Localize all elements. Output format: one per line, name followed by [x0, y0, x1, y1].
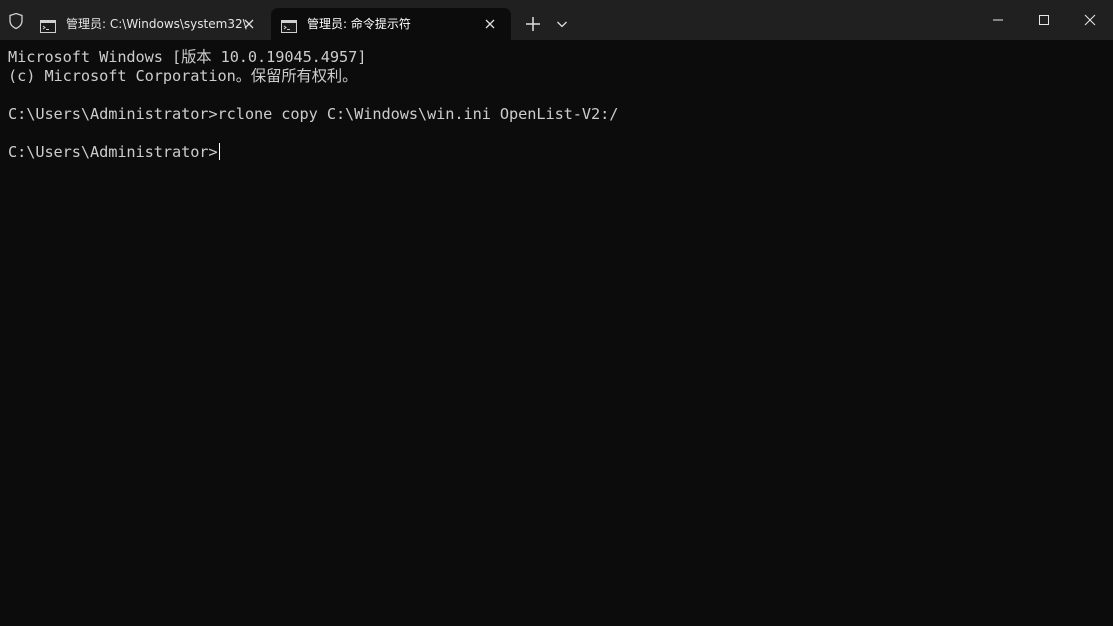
shield-icon — [6, 12, 26, 30]
chevron-down-icon[interactable] — [552, 15, 572, 33]
minimize-icon — [992, 11, 1004, 30]
tab-title: 管理员: C:\Windows\system32\ — [66, 17, 247, 31]
minimize-button[interactable] — [975, 0, 1021, 40]
cmd-icon — [40, 18, 56, 33]
prompt-line[interactable]: C:\Users\Administrator> — [8, 143, 1113, 162]
terminal-line: (c) Microsoft Corporation。保留所有权利。 — [8, 67, 358, 85]
terminal-output[interactable]: Microsoft Windows [版本 10.0.19045.4957] (… — [0, 40, 1113, 626]
title-bar: 管理员: C:\Windows\system32\ 管理员: 命令提示符 — [0, 0, 1113, 40]
tab-cmd[interactable]: 管理员: 命令提示符 — [271, 8, 511, 40]
maximize-button[interactable] — [1021, 0, 1067, 40]
tab-title: 管理员: 命令提示符 — [307, 17, 411, 31]
close-icon — [1084, 11, 1096, 30]
text-cursor — [218, 143, 220, 160]
close-icon[interactable] — [481, 15, 499, 33]
terminal-line: C:\Users\Administrator>rclone copy C:\Wi… — [8, 105, 619, 123]
close-icon[interactable] — [240, 15, 258, 33]
maximize-icon — [1038, 11, 1050, 30]
cmd-icon — [281, 18, 297, 33]
prompt-text: C:\Users\Administrator> — [8, 143, 218, 161]
close-window-button[interactable] — [1067, 0, 1113, 40]
tab-system32[interactable]: 管理员: C:\Windows\system32\ — [30, 8, 266, 40]
terminal-line: Microsoft Windows [版本 10.0.19045.4957] — [8, 48, 367, 66]
plus-icon[interactable] — [521, 13, 545, 35]
